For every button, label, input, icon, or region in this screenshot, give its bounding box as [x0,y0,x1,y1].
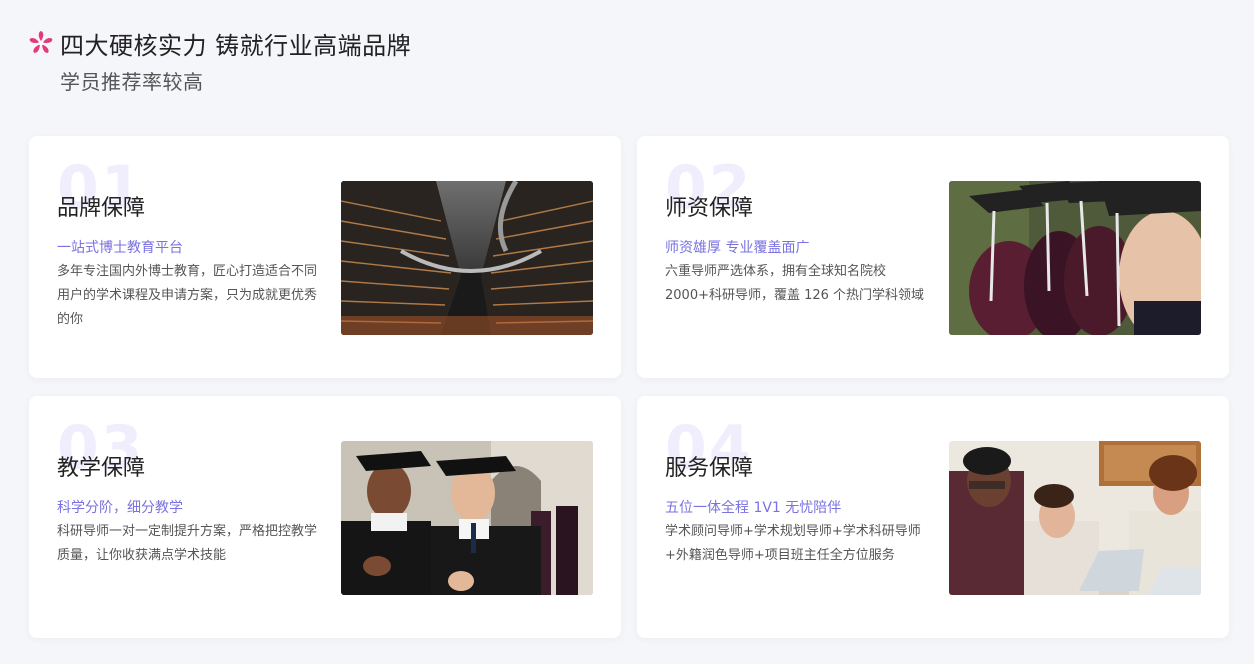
feature-card-teaching: 03 教学保障 科学分阶，细分教学 科研导师一对一定制提升方案，严格把控教学质量… [29,396,621,638]
title-row: 四大硬核实力 铸就行业高端品牌 [28,26,411,60]
section-header: 四大硬核实力 铸就行业高端品牌 学员推荐率较高 [28,26,411,95]
card-description: 科研导师一对一定制提升方案，严格把控教学质量，让你收获满点学术技能 [57,524,318,563]
card-description: 六重导师严选体系，拥有全球知名院校2000+科研导师，覆盖 126 个热门学科领… [665,264,925,303]
card-description: 多年专注国内外博士教育，匠心打造适合不同用户的学术课程及申请方案，只为成就更优秀… [57,264,318,327]
team-laptop-photo [949,441,1201,595]
graduation-caps-photo [949,181,1201,335]
bauhinia-flower-icon [29,31,53,53]
page: 四大硬核实力 铸就行业高端品牌 学员推荐率较高 01 品牌保障 一站式博士教育平… [0,0,1254,664]
feature-card-brand: 01 品牌保障 一站式博士教育平台 多年专注国内外博士教育，匠心打造适合不同用户… [29,136,621,378]
page-subtitle: 学员推荐率较高 [60,70,204,94]
card-description: 学术顾问导师+学术规划导师+学术科研导师+外籍润色导师+项目班主任全方位服务 [665,524,921,563]
page-title: 四大硬核实力 铸就行业高端品牌 [60,31,412,60]
graduates-thumbs-up-photo [341,441,593,595]
feature-card-faculty: 02 师资保障 师资雄厚 专业覆盖面广 六重导师严选体系，拥有全球知名院校200… [637,136,1229,378]
card-title: 服务保障 [665,456,754,481]
card-tagline: 五位一体全程 1V1 无忧陪伴 [665,500,842,516]
card-tagline: 师资雄厚 专业覆盖面广 [665,240,810,256]
card-title: 师资保障 [665,196,754,221]
card-tagline: 科学分阶，细分教学 [57,500,183,516]
card-tagline: 一站式博士教育平台 [57,240,183,256]
feature-card-service: 04 服务保障 五位一体全程 1V1 无忧陪伴 学术顾问导师+学术规划导师+学术… [637,396,1229,638]
card-title: 品牌保障 [57,196,146,221]
modern-building-photo [341,181,593,335]
card-title: 教学保障 [57,456,146,481]
